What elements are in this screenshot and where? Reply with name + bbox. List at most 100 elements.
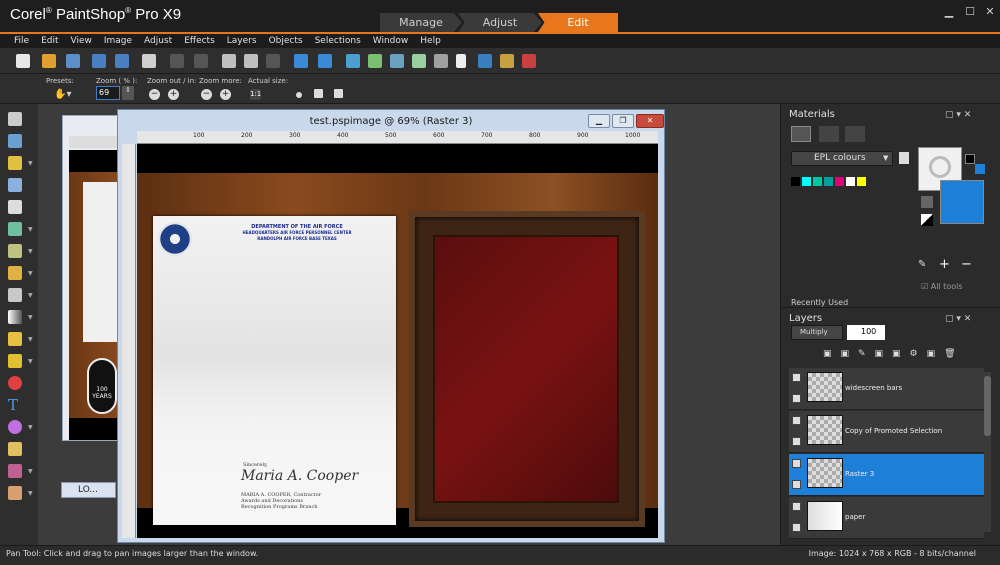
- zoom-spinner[interactable]: ⇕: [122, 86, 134, 100]
- layer-row[interactable]: paper: [789, 497, 984, 539]
- picture-icon[interactable]: [412, 54, 426, 68]
- visibility-icon[interactable]: [792, 416, 801, 425]
- menu-effects[interactable]: Effects: [184, 36, 215, 46]
- crop-tool-icon[interactable]: [8, 200, 22, 214]
- adjust-icon[interactable]: [346, 54, 360, 68]
- swatch[interactable]: [802, 177, 811, 186]
- clone-tool-icon[interactable]: [8, 288, 22, 302]
- swatch[interactable]: [846, 177, 855, 186]
- lock-icon[interactable]: [792, 437, 801, 446]
- pan-tool-icon[interactable]: [8, 112, 22, 126]
- actual-size-button[interactable]: 1:1: [250, 89, 261, 100]
- monitor-icon[interactable]: [478, 54, 492, 68]
- zoom-input[interactable]: 69: [96, 86, 120, 100]
- gradient-tool-icon[interactable]: [8, 310, 22, 324]
- lock-icon[interactable]: [792, 523, 801, 532]
- maximize-window-button[interactable]: ☐: [963, 6, 977, 18]
- layer-row[interactable]: Copy of Promoted Selection: [789, 411, 984, 453]
- edit-icon[interactable]: ✎: [918, 259, 926, 270]
- image-canvas[interactable]: DEPARTMENT OF THE AIR FORCE HEADQUARTERS…: [137, 144, 658, 538]
- layer-duplicate-icon[interactable]: [318, 54, 332, 68]
- minimize-window-button[interactable]: ▁: [942, 6, 956, 18]
- swap-colors-icon[interactable]: [921, 196, 933, 208]
- rainbow-mode-icon[interactable]: [819, 126, 839, 142]
- frame-mode-icon[interactable]: [791, 126, 811, 142]
- menu-selections[interactable]: Selections: [315, 36, 361, 46]
- print-icon[interactable]: [142, 54, 156, 68]
- eraser-tool-icon[interactable]: [8, 486, 22, 500]
- tab-edit[interactable]: Edit: [538, 13, 618, 32]
- crop-icon[interactable]: [222, 54, 236, 68]
- swatch[interactable]: [835, 177, 844, 186]
- palette-select[interactable]: EPL colours: [791, 151, 893, 166]
- close-window-button[interactable]: ✕: [983, 6, 997, 18]
- scrollbar-thumb[interactable]: [984, 376, 991, 436]
- pan-hand-icon[interactable]: ✋▾: [54, 89, 71, 100]
- dropper-tool-icon[interactable]: [8, 178, 22, 192]
- fill-tool-icon[interactable]: [8, 354, 22, 368]
- scanner-icon[interactable]: [66, 54, 80, 68]
- menu-window[interactable]: Window: [373, 36, 409, 46]
- opacity-input[interactable]: 100: [847, 325, 885, 340]
- menu-help[interactable]: Help: [420, 36, 441, 46]
- resize-icon[interactable]: [244, 54, 258, 68]
- selection-tool-icon[interactable]: [8, 156, 22, 170]
- canvas-size-icon[interactable]: [266, 54, 280, 68]
- layer-row-active[interactable]: Raster 3: [789, 454, 984, 496]
- zoom-more-out-button[interactable]: −: [201, 89, 212, 100]
- fg-small-swatch[interactable]: [965, 154, 975, 164]
- all-tools-checkbox[interactable]: ☑ All tools: [921, 282, 963, 291]
- text-tool-icon[interactable]: T: [8, 398, 22, 413]
- layer-row[interactable]: widescreen bars: [789, 368, 984, 410]
- visibility-icon[interactable]: [792, 459, 801, 468]
- lock-icon[interactable]: [792, 394, 801, 403]
- zoom-out-button[interactable]: −: [149, 89, 160, 100]
- layers-menu-icon[interactable]: ▢ ▾ ✕: [945, 314, 971, 324]
- layers-scrollbar[interactable]: [984, 372, 991, 532]
- share-icon[interactable]: [522, 54, 536, 68]
- fit-window-icon[interactable]: [296, 92, 302, 98]
- fit-image-icon[interactable]: [314, 89, 323, 98]
- landscape-icon[interactable]: [390, 54, 404, 68]
- swatches-mode-icon[interactable]: [845, 126, 865, 142]
- straighten-tool-icon[interactable]: [8, 222, 22, 236]
- visibility-icon[interactable]: [792, 373, 801, 382]
- menu-edit[interactable]: Edit: [41, 36, 58, 46]
- photo-fix-icon[interactable]: [368, 54, 382, 68]
- palette-options-icon[interactable]: [899, 152, 909, 164]
- visibility-icon[interactable]: [792, 502, 801, 511]
- grid-icon[interactable]: [500, 54, 514, 68]
- tab-manage[interactable]: Manage: [380, 13, 462, 32]
- reset-colors-icon[interactable]: [921, 214, 933, 226]
- document-window[interactable]: test.pspimage @ 69% (Raster 3) ▁ ❐ ✕ 100…: [117, 109, 665, 543]
- zoom-in-button[interactable]: +: [168, 89, 179, 100]
- undo-icon[interactable]: [170, 54, 184, 68]
- swatch[interactable]: [824, 177, 833, 186]
- swatch[interactable]: [857, 177, 866, 186]
- minimized-document-tab[interactable]: LO...: [61, 482, 116, 498]
- menu-objects[interactable]: Objects: [269, 36, 303, 46]
- save-icon[interactable]: [92, 54, 106, 68]
- menu-file[interactable]: File: [14, 36, 29, 46]
- new-file-icon[interactable]: [16, 54, 30, 68]
- open-folder-icon[interactable]: [42, 54, 56, 68]
- background-document-window[interactable]: 100 YEARS: [62, 115, 123, 441]
- background-color[interactable]: [940, 180, 984, 224]
- tab-adjust[interactable]: Adjust: [458, 13, 542, 32]
- doc-restore-button[interactable]: ❐: [612, 114, 634, 128]
- redo-icon[interactable]: [194, 54, 208, 68]
- paint-brush-icon[interactable]: [8, 332, 22, 346]
- lock-icon[interactable]: [792, 480, 801, 489]
- doc-close-button[interactable]: ✕: [636, 114, 664, 128]
- layer-new-icon[interactable]: [294, 54, 308, 68]
- layer-actions-toolbar[interactable]: ▣▣✎▣▣⚙▣🗑: [823, 349, 973, 363]
- sphere-icon[interactable]: [434, 54, 448, 68]
- bg-small-swatch[interactable]: [975, 164, 985, 174]
- menu-adjust[interactable]: Adjust: [144, 36, 172, 46]
- add-swatch-icon[interactable]: +: [939, 257, 950, 272]
- move-tool-icon[interactable]: [8, 134, 22, 148]
- pen-tool-icon[interactable]: [8, 442, 22, 456]
- text-cutter-icon[interactable]: [8, 244, 22, 258]
- materials-menu-icon[interactable]: ▢ ▾ ✕: [945, 110, 971, 120]
- warp-tool-icon[interactable]: [8, 464, 22, 478]
